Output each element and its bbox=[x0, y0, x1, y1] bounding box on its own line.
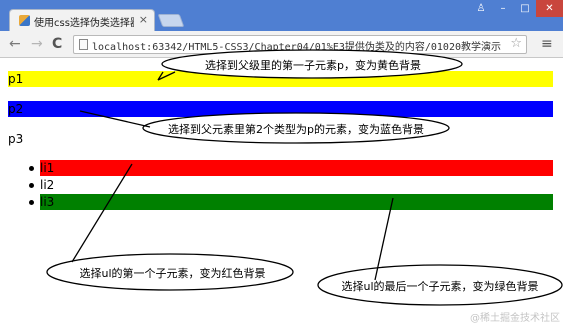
pointer-line-li1 bbox=[71, 163, 133, 263]
callout-text-first-child-p: 选择到父级里的第一子元素p，变为黄色背景 bbox=[205, 59, 421, 72]
callout-text-last-child-ul: 选择ul的最后一个子元素，变为绿色背景 bbox=[341, 280, 539, 293]
watermark: @稀土掘金技术社区 bbox=[470, 313, 560, 324]
callout-text-nth-of-type-p: 选择到父元素里第2个类型为p的元素，变为蓝色背景 bbox=[168, 123, 424, 136]
callout-text-first-child-ul: 选择ul的第一个子元素，变为红色背景 bbox=[79, 267, 266, 280]
pointer-line-p2 bbox=[79, 110, 151, 128]
